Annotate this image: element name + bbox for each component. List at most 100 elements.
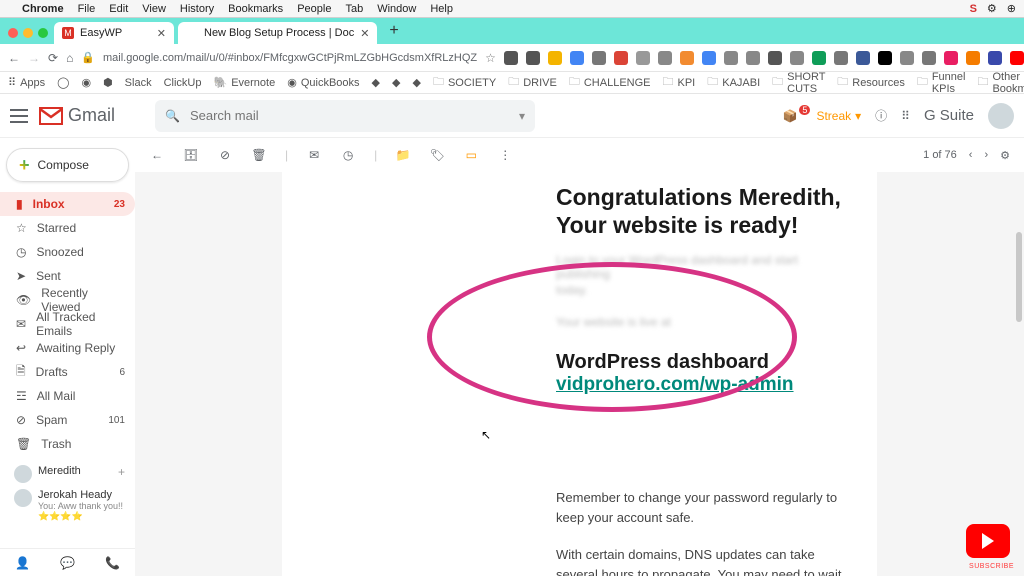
extension-icon[interactable] — [834, 51, 848, 65]
search-bar[interactable]: 🔍 ▾ — [155, 100, 535, 132]
hangouts-phone-icon[interactable]: 📞 — [105, 556, 120, 570]
menubar-icon[interactable]: ⊕ — [1007, 2, 1016, 15]
search-options-icon[interactable]: ▾ — [519, 109, 525, 123]
bookmark-evernote[interactable]: 🐘 Evernote — [213, 76, 275, 89]
bookmark-item[interactable]: ◯ — [57, 76, 69, 89]
bookmark-clickup[interactable]: ClickUp — [164, 77, 202, 89]
forward-button[interactable]: → — [28, 51, 40, 65]
settings-gear-icon[interactable]: ⚙ — [1000, 149, 1010, 162]
minimize-window-icon[interactable] — [23, 28, 33, 38]
sidebar-item-recent[interactable]: 👁Recently Viewed — [0, 288, 135, 312]
menu-people[interactable]: People — [297, 3, 331, 15]
apps-grid-icon[interactable]: ⠿ — [901, 109, 910, 123]
menu-window[interactable]: Window — [377, 3, 416, 15]
extension-icon[interactable] — [812, 51, 826, 65]
mark-unread-icon[interactable]: ✉ — [306, 148, 322, 162]
bookmark-item[interactable]: ⬢ — [103, 76, 113, 89]
menu-view[interactable]: View — [142, 3, 166, 15]
extension-icon[interactable] — [680, 51, 694, 65]
extension-icon[interactable] — [504, 51, 518, 65]
sidebar-item-allmail[interactable]: ☲All Mail — [0, 384, 135, 408]
menu-history[interactable]: History — [180, 3, 214, 15]
sidebar-item-starred[interactable]: ☆Starred — [0, 216, 135, 240]
sidebar-item-spam[interactable]: ⊘Spam101 — [0, 408, 135, 432]
extension-icon[interactable] — [900, 51, 914, 65]
extension-icon[interactable] — [944, 51, 958, 65]
extension-icon[interactable] — [878, 51, 892, 65]
window-controls[interactable] — [6, 28, 54, 44]
search-icon[interactable]: 🔍 — [165, 109, 180, 123]
back-button[interactable]: ← — [8, 51, 20, 65]
next-page-icon[interactable]: › — [984, 149, 988, 161]
bookmark-folder-kpi[interactable]: 🗀 KPI — [663, 73, 696, 92]
browser-tab-easywp[interactable]: M EasyWP ✕ — [54, 22, 174, 44]
search-input[interactable] — [190, 108, 509, 123]
extension-icon[interactable] — [988, 51, 1002, 65]
bookmark-folder-shortcuts[interactable]: 🗀 SHORT CUTS — [772, 71, 825, 95]
bookmark-item[interactable]: ◆ — [392, 76, 400, 89]
bookmark-slack[interactable]: Slack — [125, 77, 152, 89]
extension-icon[interactable] — [702, 51, 716, 65]
youtube-subscribe-overlay[interactable] — [966, 524, 1010, 558]
address-bar[interactable]: mail.google.com/mail/u/0/#inbox/FMfcgxwG… — [103, 52, 477, 64]
prev-page-icon[interactable]: ‹ — [969, 149, 973, 161]
delete-icon[interactable]: 🗑 — [251, 148, 267, 162]
scrollbar-thumb[interactable] — [1016, 232, 1022, 322]
labels-icon[interactable]: 🏷 — [429, 148, 445, 162]
back-to-inbox-icon[interactable]: ← — [149, 148, 165, 162]
bookmark-folder-resources[interactable]: 🗀 Resources — [837, 73, 905, 92]
sidebar-item-sent[interactable]: ➤Sent — [0, 264, 135, 288]
main-menu-icon[interactable] — [10, 109, 28, 123]
bookmark-folder-society[interactable]: 🗀 SOCIETY — [433, 73, 496, 92]
bookmark-folder-drive[interactable]: 🗀 DRIVE — [508, 73, 557, 92]
bookmark-folder-kajabi[interactable]: 🗀 KAJABI — [707, 73, 760, 92]
extension-icon[interactable] — [790, 51, 804, 65]
menu-file[interactable]: File — [78, 3, 96, 15]
new-tab-button[interactable]: + — [381, 22, 406, 44]
extension-icon[interactable] — [724, 51, 738, 65]
hangouts-contact[interactable]: Jerokah Heady You: Aww thank you!! ⭐⭐⭐⭐ — [0, 486, 135, 525]
maximize-window-icon[interactable] — [38, 28, 48, 38]
star-icon[interactable]: ☆ — [485, 51, 496, 65]
menu-edit[interactable]: Edit — [109, 3, 128, 15]
other-bookmarks[interactable]: 🗀 Other Bookmarks — [977, 71, 1024, 95]
menu-tab[interactable]: Tab — [345, 3, 363, 15]
support-icon[interactable]: ⓘ — [875, 107, 887, 124]
menu-chrome[interactable]: Chrome — [22, 3, 64, 15]
extension-icon[interactable] — [548, 51, 562, 65]
extension-icon[interactable] — [768, 51, 782, 65]
hangouts-chat-icon[interactable]: 💬 — [60, 556, 75, 570]
wp-admin-link[interactable]: vidprohero.com/wp-admin — [556, 374, 794, 395]
bookmark-folder-challenge[interactable]: 🗀 CHALLENGE — [569, 73, 651, 92]
bookmark-quickbooks[interactable]: ◉ QuickBooks — [287, 76, 359, 89]
bookmark-item[interactable]: ◆ — [412, 76, 420, 89]
bookmark-item[interactable]: ◉ — [81, 76, 91, 89]
more-icon[interactable]: ⋮ — [497, 148, 513, 162]
extension-icon[interactable] — [922, 51, 936, 65]
sidebar-item-snoozed[interactable]: ◷Snoozed — [0, 240, 135, 264]
streak-box-icon[interactable]: ▭ — [463, 148, 479, 162]
menu-bookmarks[interactable]: Bookmarks — [228, 3, 283, 15]
sidebar-item-trash[interactable]: 🗑Trash — [0, 432, 135, 456]
extension-icon[interactable] — [746, 51, 760, 65]
add-contact-icon[interactable]: + — [118, 465, 125, 479]
extension-icon[interactable] — [966, 51, 980, 65]
close-window-icon[interactable] — [8, 28, 18, 38]
extension-icon[interactable] — [1010, 51, 1024, 65]
lock-icon[interactable]: 🔒 — [81, 51, 95, 64]
tab-close-icon[interactable]: ✕ — [360, 27, 369, 40]
browser-tab-doc[interactable]: New Blog Setup Process | Doc ✕ — [178, 22, 377, 44]
home-button[interactable]: ⌂ — [66, 51, 73, 65]
archive-icon[interactable]: 🗄 — [183, 148, 199, 162]
extension-icon[interactable] — [526, 51, 540, 65]
hangouts-contact[interactable]: Meredith + — [0, 462, 135, 486]
sidebar-item-tracked[interactable]: ✉All Tracked Emails — [0, 312, 135, 336]
extension-icon[interactable] — [570, 51, 584, 65]
extension-icon[interactable] — [658, 51, 672, 65]
streak-button[interactable]: 📦5Streak ▾ — [782, 109, 861, 123]
extension-icon[interactable] — [592, 51, 606, 65]
hangouts-contacts-icon[interactable]: 👤 — [15, 556, 30, 570]
sidebar-item-drafts[interactable]: 🗎Drafts6 — [0, 360, 135, 384]
account-avatar[interactable] — [988, 103, 1014, 129]
extension-icon[interactable] — [636, 51, 650, 65]
